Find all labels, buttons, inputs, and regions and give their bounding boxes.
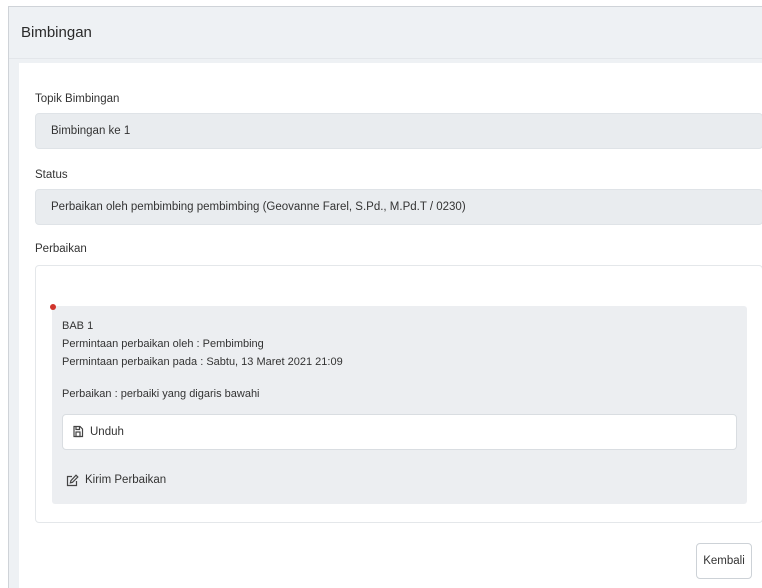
edit-icon xyxy=(66,474,79,490)
kirim-perbaikan-label: Kirim Perbaikan xyxy=(85,474,167,486)
requested-by: Permintaan perbaikan oleh : Pembimbing xyxy=(62,338,264,350)
kembali-button[interactable]: Kembali xyxy=(696,543,752,579)
perbaikan-item: BAB 1 Permintaan perbaikan oleh : Pembim… xyxy=(52,306,747,504)
page-header: Bimbingan xyxy=(9,7,762,59)
status-dot xyxy=(50,304,56,310)
requested-at: Permintaan perbaikan pada : Sabtu, 13 Ma… xyxy=(62,356,343,368)
perbaikan-note: Perbaikan : perbaiki yang digaris bawahi xyxy=(62,388,260,400)
unduh-label: Unduh xyxy=(90,426,124,438)
page-title: Bimbingan xyxy=(21,24,92,41)
file-icon xyxy=(72,425,84,441)
unduh-button[interactable]: Unduh xyxy=(62,414,737,450)
status-field: Perbaikan oleh pembimbing pembimbing (Ge… xyxy=(35,189,762,225)
topik-label: Topik Bimbingan xyxy=(35,93,120,105)
perbaikan-container: BAB 1 Permintaan perbaikan oleh : Pembim… xyxy=(35,265,762,523)
bab-title: BAB 1 xyxy=(62,320,94,332)
bimbingan-card: Topik Bimbingan Bimbingan ke 1 Status Pe… xyxy=(19,63,762,588)
topik-field: Bimbingan ke 1 xyxy=(35,113,762,149)
status-label: Status xyxy=(35,169,68,181)
perbaikan-label: Perbaikan xyxy=(35,243,87,255)
page-frame: Bimbingan Topik Bimbingan Bimbingan ke 1… xyxy=(8,6,762,588)
